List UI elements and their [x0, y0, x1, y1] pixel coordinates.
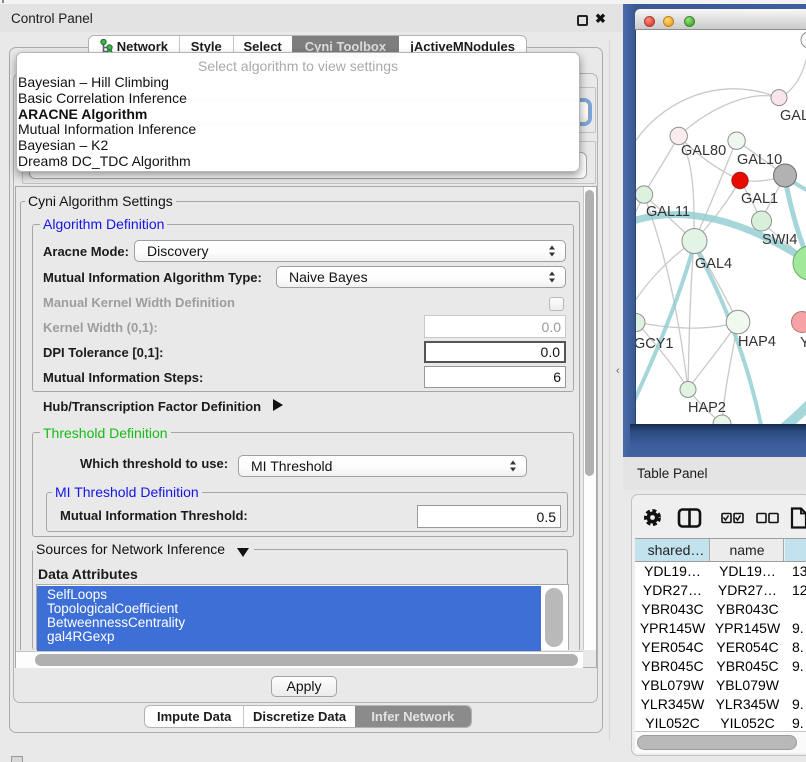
svg-text:GAL10: GAL10 [737, 152, 782, 168]
svg-text:HAP2: HAP2 [688, 400, 726, 416]
svg-text:GAL1: GAL1 [741, 191, 778, 207]
svg-text:GAL4: GAL4 [695, 256, 732, 272]
svg-text:GAL80: GAL80 [681, 143, 726, 159]
svg-text:GAL11: GAL11 [646, 204, 690, 220]
svg-text:GAL7: GAL7 [780, 108, 806, 124]
svg-text:HAP4: HAP4 [738, 334, 776, 350]
svg-text:GCY1: GCY1 [636, 336, 674, 352]
svg-text:YM: YM [800, 335, 806, 351]
svg-text:SWI4: SWI4 [762, 232, 797, 248]
